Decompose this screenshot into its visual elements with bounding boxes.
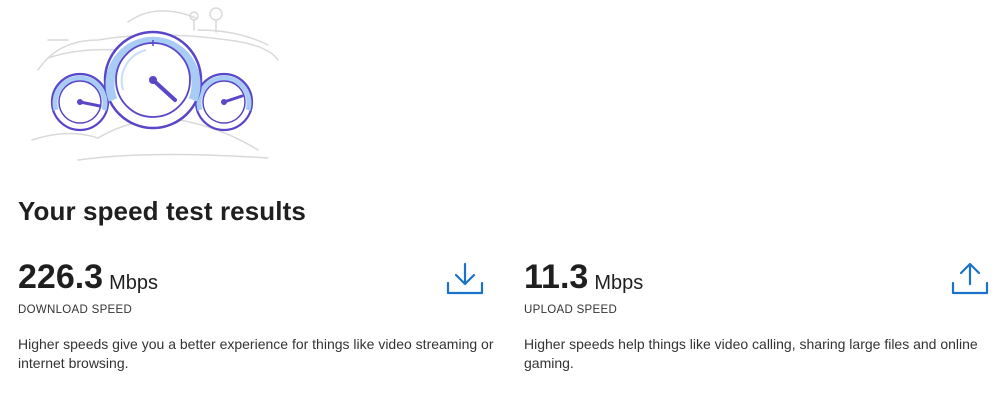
download-speed-value: 226.3: [18, 258, 104, 296]
upload-speed-card: 11.3 Mbps UPLOAD SPEED Higher speeds help…: [524, 257, 994, 373]
download-arrow-icon: [446, 262, 484, 295]
download-speed-card: 226.3 Mbps DOWNLOAD SPEED Higher speeds g…: [18, 257, 493, 373]
upload-speed-description: Higher speeds help things like video cal…: [524, 336, 978, 371]
upload-speed-value: 11.3: [524, 258, 589, 296]
speedometer-illustration-icon: [31, 7, 279, 161]
upload-speed-unit: Mbps: [594, 272, 644, 294]
page-title: Your speed test results: [18, 196, 306, 226]
upload-speed-label: UPLOAD SPEED: [524, 304, 618, 316]
download-speed-description: Higher speeds give you a better experien…: [18, 336, 494, 371]
upload-value-row: 11.3 Mbps: [524, 257, 994, 297]
download-speed-label: DOWNLOAD SPEED: [18, 304, 133, 316]
download-speed-unit: Mbps: [109, 272, 158, 294]
download-value-row: 226.3 Mbps: [18, 257, 488, 297]
upload-arrow-icon: [951, 262, 989, 295]
